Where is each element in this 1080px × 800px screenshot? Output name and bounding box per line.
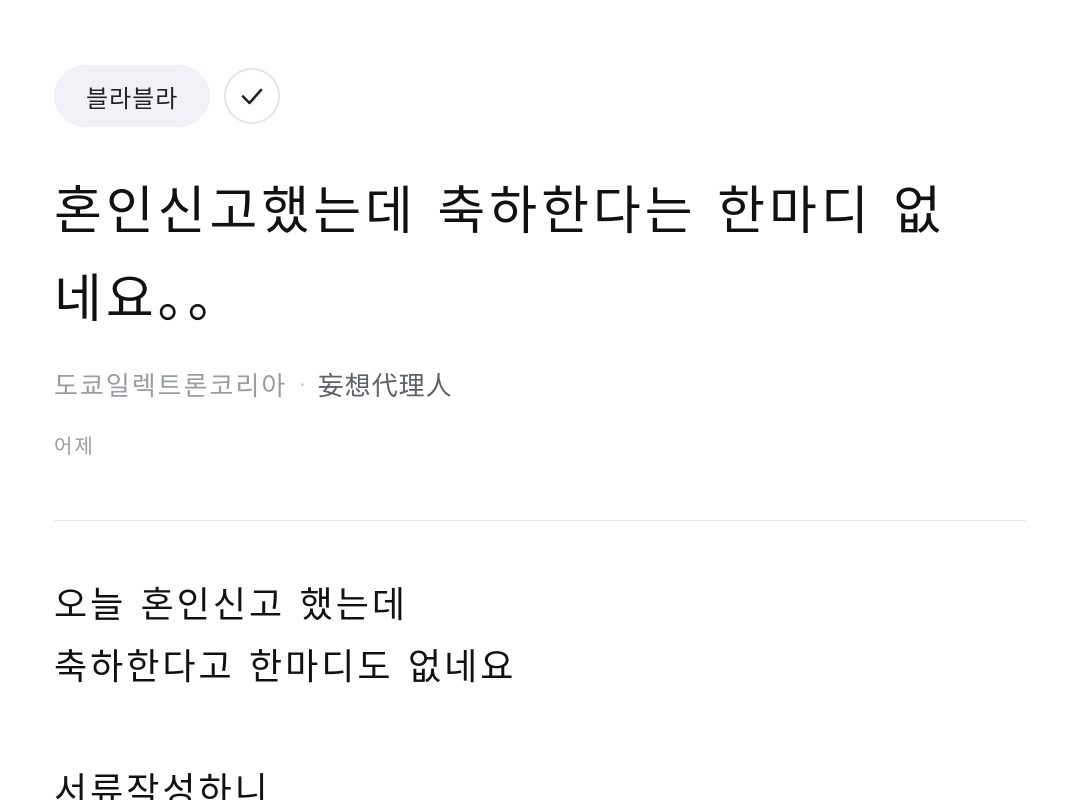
post-title: 혼인신고했는데 축하한다는 한마디 없네요。。: [54, 182, 946, 330]
meta-separator: ·: [299, 372, 306, 397]
divider: [54, 520, 1026, 521]
author-nickname[interactable]: 妄想代理人: [318, 366, 453, 403]
post-header: 블라블라: [54, 65, 281, 127]
post-page: 블라블라 혼인신고했는데 축하한다는 한마디 없네요。。 도쿄일렉트론코리아 ·…: [0, 0, 1080, 800]
body-line: 축하한다고 한마디도 없네요: [54, 647, 517, 688]
author-meta: 도쿄일렉트론코리아 · 妄想代理人: [54, 366, 453, 403]
follow-button[interactable]: [224, 68, 281, 124]
post-body: 오늘 혼인신고 했는데 축하한다고 한마디도 없네요 서류작성하니: [54, 575, 1014, 800]
post-date: 어제: [54, 434, 95, 458]
body-spacer: [54, 699, 1014, 761]
body-line: 서류작성하니: [54, 771, 271, 800]
check-icon: [242, 88, 263, 105]
author-company[interactable]: 도쿄일렉트론코리아: [54, 366, 287, 403]
channel-chip[interactable]: 블라블라: [54, 65, 211, 127]
channel-label: 블라블라: [86, 84, 179, 113]
body-line: 오늘 혼인신고 했는데: [54, 585, 408, 626]
